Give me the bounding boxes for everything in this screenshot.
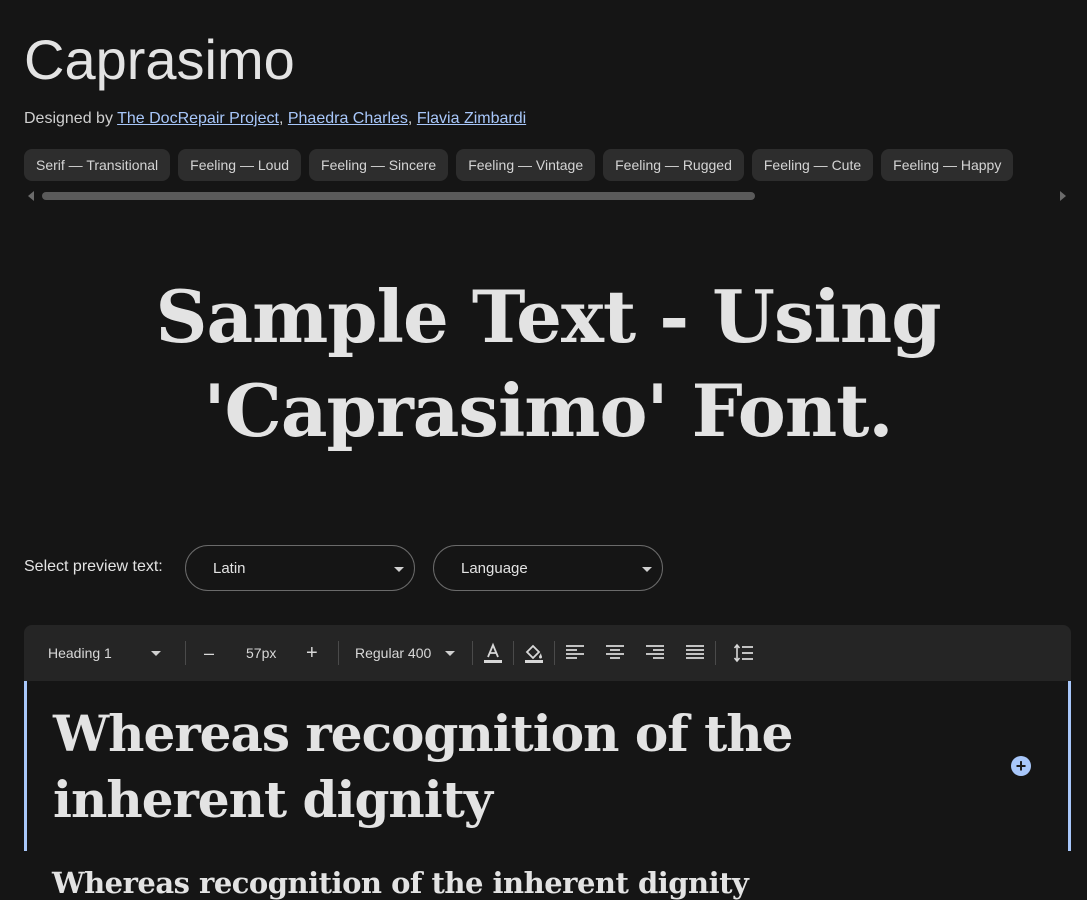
scroll-left-arrow-icon[interactable] [28, 191, 34, 201]
toolbar-divider [338, 641, 339, 665]
designer-link-2[interactable]: Phaedra Charles [288, 110, 408, 127]
chevron-down-icon [445, 651, 455, 656]
font-title: Caprasimo [24, 28, 295, 91]
sample-line-1: Sample Text - Using [155, 274, 941, 359]
chevron-down-icon [642, 567, 652, 572]
script-select[interactable]: Latin [185, 545, 415, 591]
align-justify-icon[interactable] [683, 641, 707, 665]
block-style-dropdown[interactable]: Heading 1 [48, 625, 168, 681]
scroll-right-arrow-icon[interactable] [1060, 191, 1066, 201]
designer-credits: Designed by The DocRepair Project, Phaed… [24, 110, 527, 127]
language-select[interactable]: Language [433, 545, 663, 591]
tag-chip[interactable]: Feeling — Sincere [309, 149, 449, 181]
editor-next-block-text[interactable]: Whereas recognition of the inherent dign… [52, 866, 749, 900]
toolbar-divider [513, 641, 514, 665]
add-block-button[interactable]: + [1011, 756, 1031, 776]
toolbar-divider [554, 641, 555, 665]
language-select-value: Language [461, 560, 528, 577]
align-right-icon[interactable] [643, 641, 667, 665]
font-weight-dropdown[interactable]: Regular 400 [355, 625, 431, 681]
font-weight-value: Regular 400 [355, 645, 432, 661]
line-height-icon[interactable] [732, 641, 756, 665]
toolbar-divider [472, 641, 473, 665]
align-center-icon[interactable] [603, 641, 627, 665]
tag-scrollbar[interactable] [42, 192, 755, 200]
decrease-size-button[interactable]: – [204, 625, 214, 681]
editor-heading-text[interactable]: Whereas recognition of the inherent dign… [53, 701, 953, 833]
preview-text-label: Select preview text: [24, 558, 163, 575]
tag-chip[interactable]: Feeling — Cute [751, 149, 874, 181]
tag-list: Serif — Transitional Feeling — Loud Feel… [24, 149, 1064, 181]
script-select-value: Latin [213, 560, 246, 577]
increase-size-button[interactable]: + [306, 625, 318, 681]
highlight-color-icon[interactable] [522, 641, 546, 665]
sample-text-preview: Sample Text - Using 'Caprasimo' Font. [24, 270, 1072, 458]
toolbar-divider [185, 641, 186, 665]
tag-chip[interactable]: Serif — Transitional [24, 149, 171, 181]
designer-link-3[interactable]: Flavia Zimbardi [417, 110, 526, 127]
chevron-down-icon [151, 651, 161, 656]
tag-chip[interactable]: Feeling — Loud [178, 149, 302, 181]
designer-link-1[interactable]: The DocRepair Project [117, 110, 279, 127]
tag-chip[interactable]: Feeling — Rugged [603, 149, 744, 181]
sample-line-2: 'Caprasimo' Font. [203, 368, 893, 453]
editor-block[interactable]: Whereas recognition of the inherent dign… [24, 681, 1071, 851]
editor-toolbar: Heading 1 – 57px + Regular 400 [24, 625, 1071, 681]
toolbar-divider [715, 641, 716, 665]
text-color-icon[interactable] [481, 641, 505, 665]
block-style-value: Heading 1 [48, 645, 112, 661]
font-size-value[interactable]: 57px [246, 625, 276, 681]
align-left-icon[interactable] [563, 641, 587, 665]
designed-by-label: Designed by [24, 110, 113, 127]
tag-chip[interactable]: Feeling — Happy [881, 149, 1014, 181]
tag-chip[interactable]: Feeling — Vintage [456, 149, 596, 181]
chevron-down-icon [394, 567, 404, 572]
